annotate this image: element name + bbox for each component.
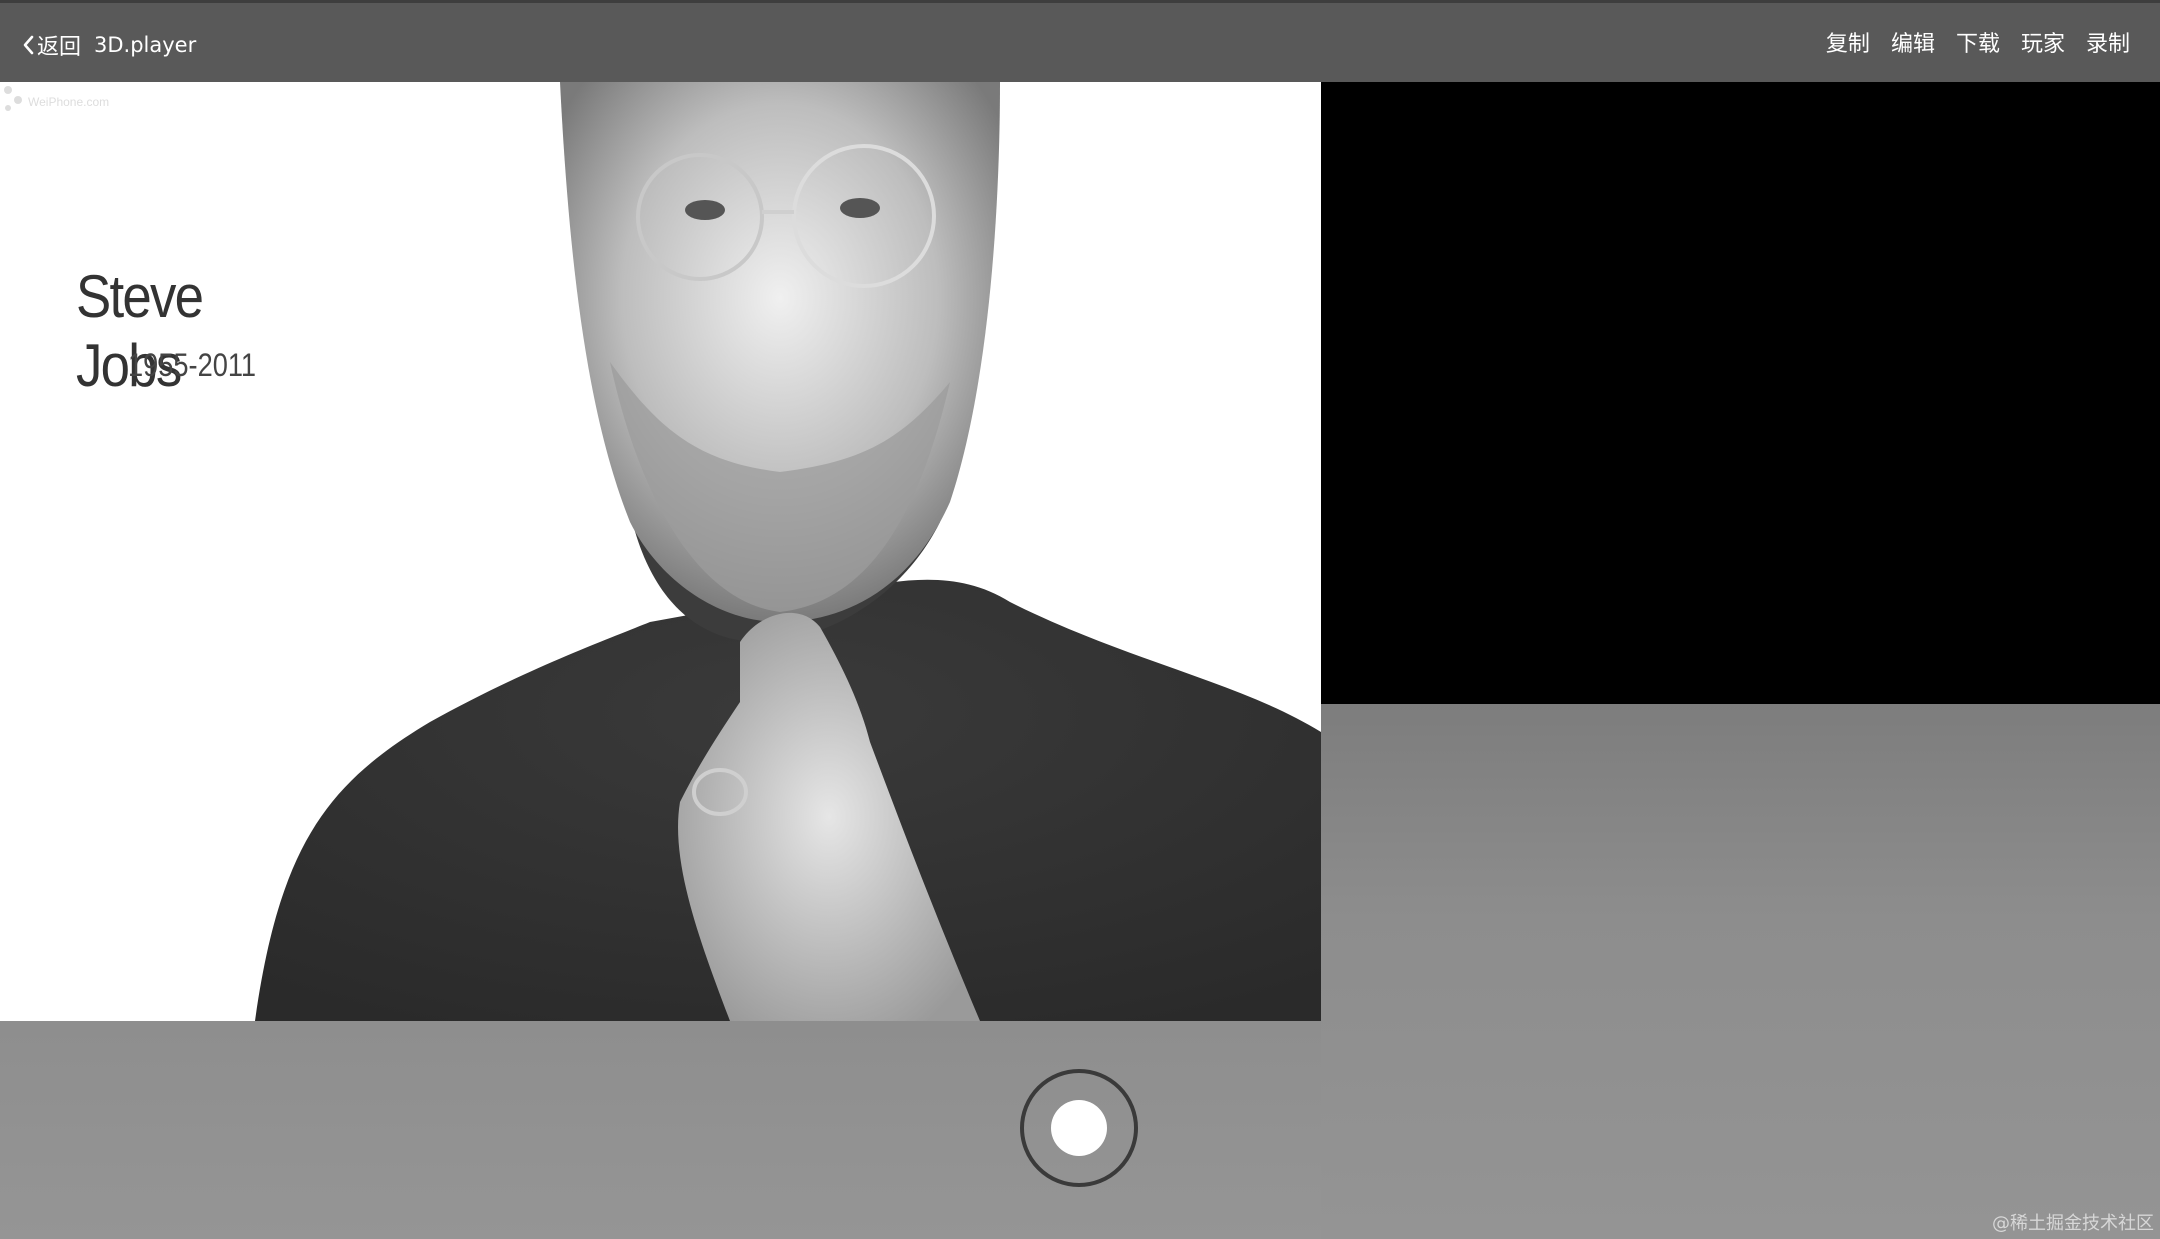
credit-watermark: @稀土掘金技术社区 <box>1992 1213 2154 1234</box>
chevron-left-icon <box>23 35 34 55</box>
scene-floor <box>1321 704 2160 1239</box>
watermark-logo-icon: WeiPhone.com <box>4 86 109 111</box>
top-bar: 返回 3D.player 复制 编辑 下载 玩家 录制 <box>0 0 2160 82</box>
scene-wall <box>1321 82 2160 704</box>
photo-panel[interactable]: Steve Jobs 1955-2011 WeiPhone.com <box>0 82 1321 1021</box>
player-button[interactable]: 玩家 <box>2021 29 2065 61</box>
action-menu: 复制 编辑 下载 玩家 录制 <box>1805 29 2130 61</box>
photo-years: 1955-2011 <box>128 347 257 383</box>
record-button-icon <box>1051 1100 1107 1156</box>
edit-button[interactable]: 编辑 <box>1891 29 1935 61</box>
watermark-text: WeiPhone.com <box>28 95 109 109</box>
record-menu-button[interactable]: 录制 <box>2086 29 2130 61</box>
back-button[interactable]: 返回 <box>22 29 81 61</box>
app-title: 3D.player <box>94 33 197 57</box>
record-button[interactable] <box>1020 1069 1138 1187</box>
copy-button[interactable]: 复制 <box>1826 29 1870 61</box>
download-button[interactable]: 下载 <box>1956 29 2000 61</box>
back-label: 返回 <box>37 35 82 60</box>
portrait-image <box>255 82 1321 1021</box>
